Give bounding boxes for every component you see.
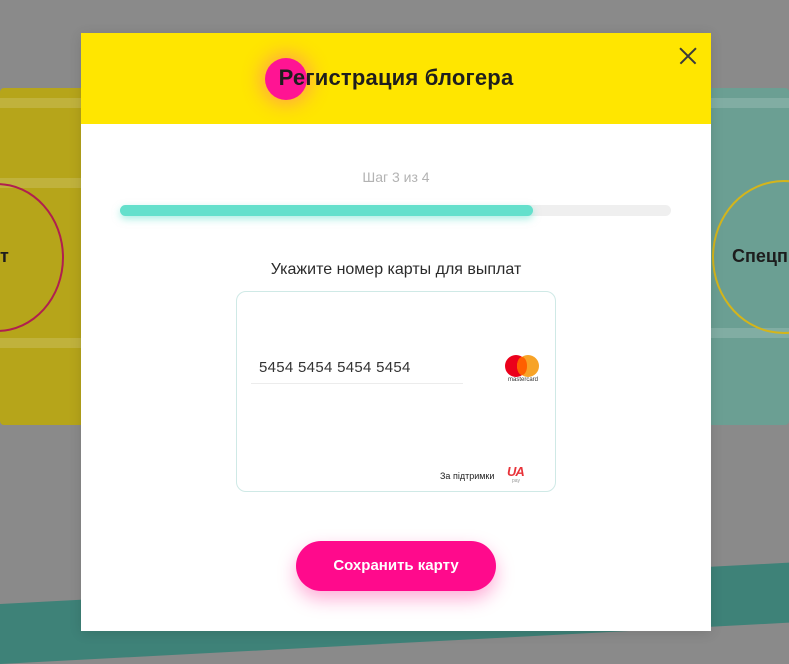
close-icon[interactable]	[679, 47, 697, 65]
card-form: mastercard За підтримки UA pay	[236, 291, 556, 492]
registration-modal: Регистрация блогера Шаг 3 из 4 Укажите н…	[81, 33, 711, 631]
support-label: За підтримки	[440, 471, 495, 481]
progress-fill	[120, 205, 534, 216]
background-strip	[706, 98, 789, 108]
modal-title: Регистрация блогера	[278, 65, 514, 90]
card-heading: Укажите номер карты для выплат	[270, 261, 522, 278]
background-card-right-title: Спецп	[732, 246, 788, 266]
save-card-button[interactable]: Сохранить карту	[296, 541, 496, 591]
uapay-icon: UA pay	[507, 464, 531, 486]
step-indicator: Шаг 3 из 4	[362, 169, 430, 185]
mastercard-overlap	[517, 357, 527, 375]
progress-bar	[120, 205, 671, 216]
mastercard-wordmark: mastercard	[507, 377, 538, 383]
background-card-left-title: т	[0, 246, 9, 266]
uapay-subtext: pay	[512, 478, 521, 484]
background-strip	[0, 98, 85, 108]
card-number-input[interactable]	[251, 352, 463, 384]
background-strip	[0, 338, 85, 348]
modal-header: Регистрация блогера	[81, 33, 711, 124]
uapay-mark: UA	[507, 464, 525, 479]
mastercard-icon: mastercard	[503, 355, 543, 387]
